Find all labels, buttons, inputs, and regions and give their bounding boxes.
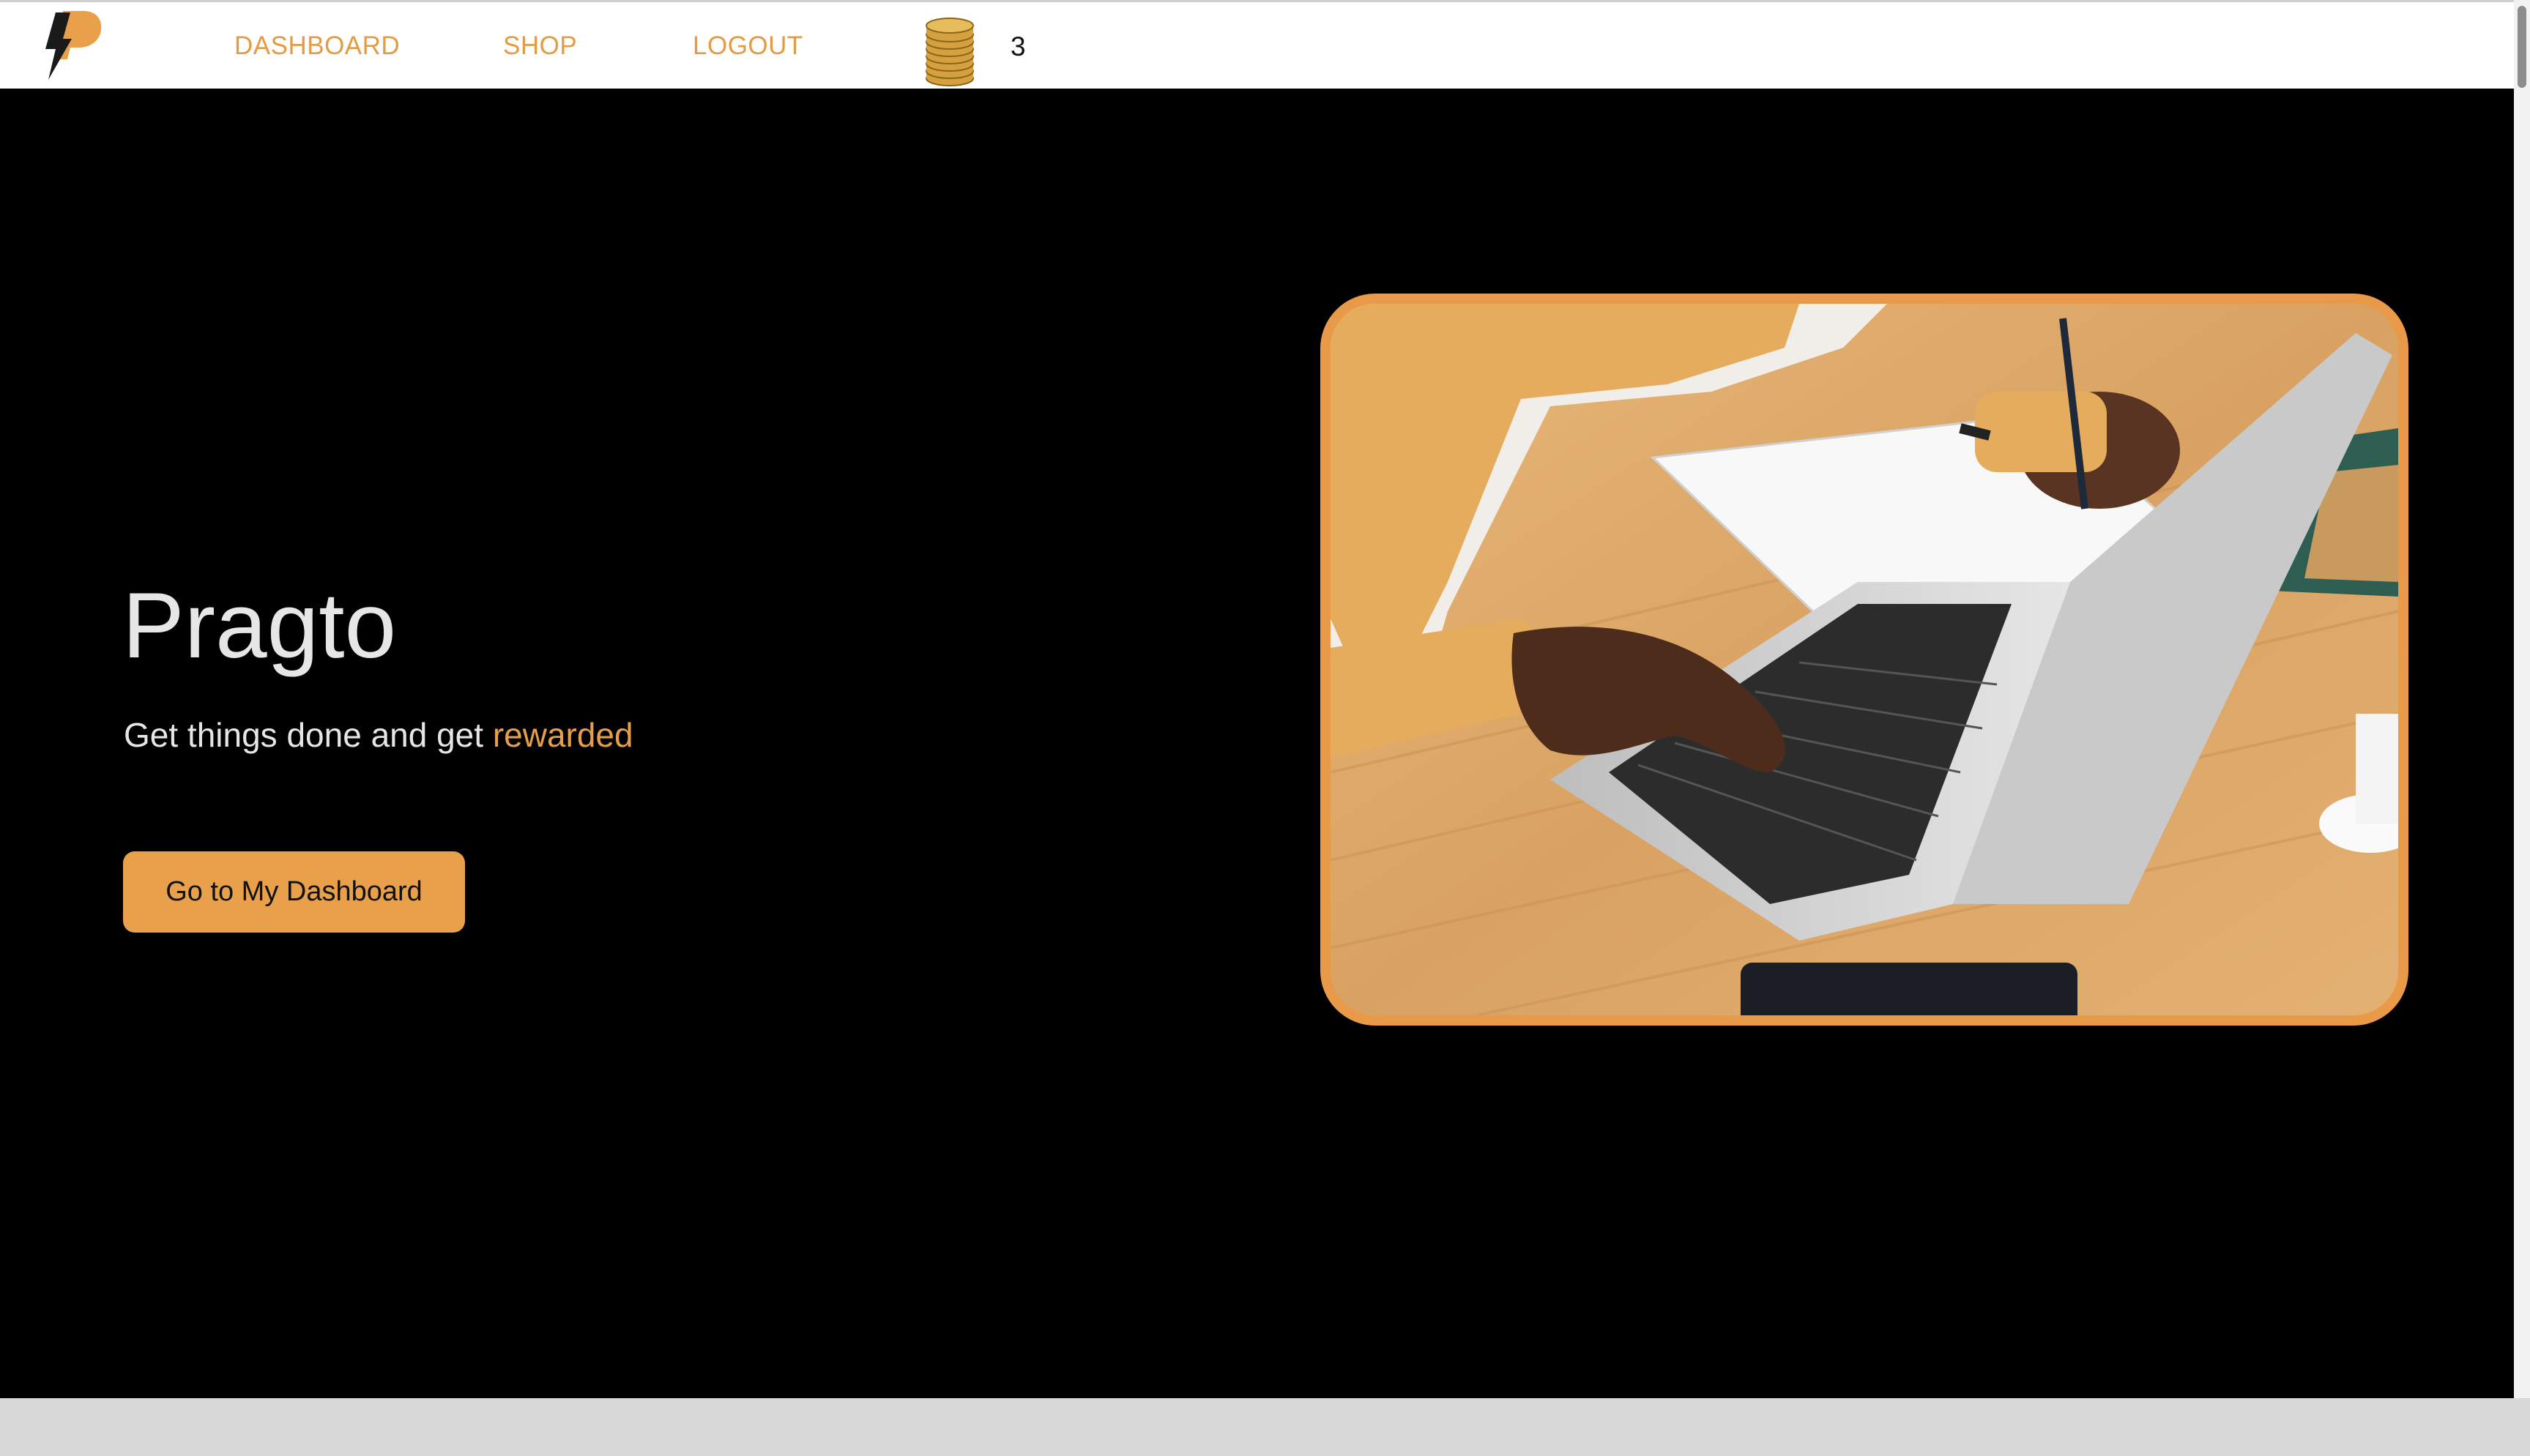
page-scrollbar[interactable] <box>2514 0 2530 1398</box>
hero-subtitle-text: Get things done and get <box>124 716 493 754</box>
coin-stack-icon <box>926 18 974 86</box>
coin-balance: 3 <box>1011 31 1026 61</box>
hero-title: Pragto <box>122 573 397 677</box>
footer-strip <box>0 1398 2530 1456</box>
hero-subtitle: Get things done and get rewarded <box>124 715 633 755</box>
nav-logout-link[interactable]: LOGOUT <box>693 31 803 61</box>
top-navbar: DASHBOARD SHOP LOGOUT 3 <box>0 0 2530 89</box>
pragto-logo-icon[interactable] <box>38 8 103 81</box>
go-to-dashboard-button[interactable]: Go to My Dashboard <box>123 851 465 933</box>
page: DASHBOARD SHOP LOGOUT 3 Pragto Get thing… <box>0 0 2530 1456</box>
hero-subtitle-accent: rewarded <box>492 716 633 754</box>
hero-image <box>1320 294 2408 1026</box>
scrollbar-thumb[interactable] <box>2518 6 2526 88</box>
nav-dashboard-link[interactable]: DASHBOARD <box>234 31 400 61</box>
laptop-hands-photo <box>1331 304 2398 1015</box>
nav-shop-link[interactable]: SHOP <box>503 31 577 61</box>
